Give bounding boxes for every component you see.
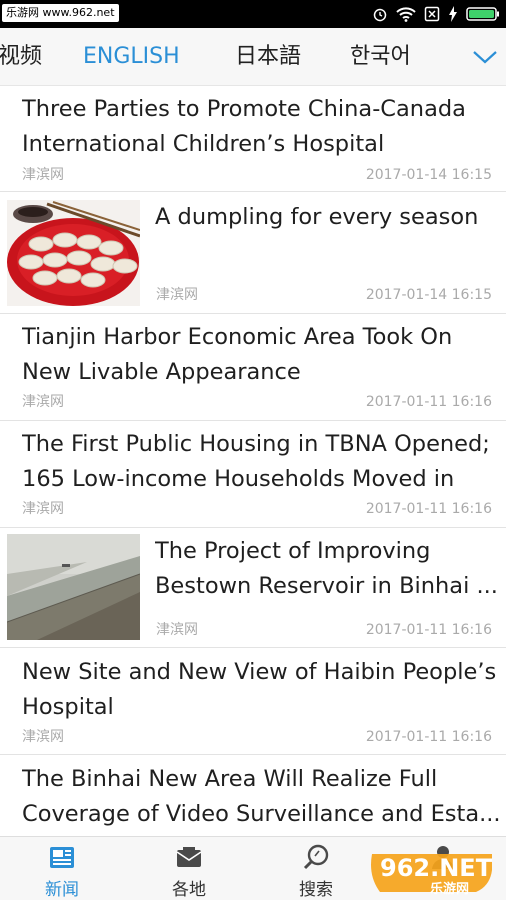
news-item[interactable]: New Site and New View of Haibin People’s… — [0, 648, 506, 755]
no-sim-icon — [424, 6, 440, 22]
status-icons — [372, 4, 500, 24]
article-title: A dumpling for every season — [155, 200, 500, 270]
reservoir-photo — [7, 534, 140, 640]
article-source: 津滨网 — [156, 622, 198, 638]
nav-label: 搜索 — [299, 880, 333, 900]
news-item[interactable]: Three Parties to Promote China-Canada In… — [0, 86, 506, 192]
chevron-down-icon[interactable] — [472, 46, 498, 68]
article-time: 2017-01-11 16:16 — [365, 729, 492, 745]
nav-regions[interactable]: 各地 — [144, 837, 234, 900]
article-time: 2017-01-11 16:16 — [365, 501, 492, 517]
title-line: New Livable Appearance — [22, 359, 301, 385]
article-time: 2017-01-11 16:16 — [365, 622, 492, 638]
tab-english[interactable]: ENGLISH — [83, 28, 180, 85]
news-list: Three Parties to Promote China-Canada In… — [0, 86, 506, 836]
article-source: 津滨网 — [22, 167, 64, 183]
watermark-subtext: 乐游网 — [430, 882, 470, 897]
article-title: The Project of Improving Bestown Reservo… — [155, 534, 500, 604]
news-item[interactable]: The First Public Housing in TBNA Opened;… — [0, 421, 506, 528]
nav-label: 新闻 — [45, 880, 79, 900]
dumplings-photo — [7, 200, 140, 306]
title-line: International Children’s Hospital — [22, 131, 385, 157]
nav-label: 各地 — [172, 880, 206, 900]
article-time: 2017-01-14 16:15 — [365, 287, 492, 303]
envelope-icon — [175, 844, 203, 870]
title-line: Bestown Reservoir in Binhai ... — [155, 573, 498, 599]
newspaper-icon — [48, 844, 76, 870]
article-time: 2017-01-14 16:15 — [365, 167, 492, 183]
alarm-icon — [372, 6, 388, 22]
search-icon — [302, 844, 330, 870]
tab-korean[interactable]: 한국어 — [350, 28, 411, 85]
site-watermark: 乐游网 www.962.net — [2, 4, 119, 22]
article-title: The First Public Housing in TBNA Opened;… — [22, 427, 502, 497]
charging-icon — [448, 6, 458, 22]
article-title: Tianjin Harbor Economic Area Took On New… — [22, 320, 502, 390]
article-title: The Binhai New Area Will Realize Full Co… — [22, 762, 502, 832]
title-line: Hospital — [22, 694, 114, 720]
article-source: 津滨网 — [22, 729, 64, 745]
article-time: 2017-01-11 16:16 — [365, 394, 492, 410]
wifi-icon — [396, 6, 416, 22]
article-source: 津滨网 — [22, 501, 64, 517]
news-item[interactable]: Tianjin Harbor Economic Area Took On New… — [0, 314, 506, 421]
category-tabs: 视频 ENGLISH 日本語 한국어 — [0, 28, 506, 86]
title-line: The Binhai New Area Will Realize Full — [22, 766, 438, 792]
article-source: 津滨网 — [22, 394, 64, 410]
title-line: Tianjin Harbor Economic Area Took On — [22, 324, 453, 350]
status-bar: 乐游网 www.962.net — [0, 0, 506, 28]
title-line: Three Parties to Promote China-Canada — [22, 96, 466, 122]
title-line: A dumpling for every season — [155, 204, 479, 230]
tab-japanese[interactable]: 日本語 — [235, 28, 301, 85]
nav-news[interactable]: 新闻 — [17, 837, 107, 900]
title-line: The First Public Housing in TBNA Opened; — [22, 431, 490, 457]
news-item[interactable]: The Project of Improving Bestown Reservo… — [0, 528, 506, 648]
nav-search[interactable]: 搜索 — [271, 837, 361, 900]
news-item[interactable]: A dumpling for every season 津滨网 2017-01-… — [0, 192, 506, 314]
title-line: New Site and New View of Haibin People’s — [22, 659, 497, 685]
battery-icon — [466, 6, 500, 22]
news-item[interactable]: The Binhai New Area Will Realize Full Co… — [0, 755, 506, 836]
tab-video[interactable]: 视频 — [0, 28, 42, 85]
article-source: 津滨网 — [156, 287, 198, 303]
title-line: Coverage of Video Surveillance and Esta.… — [22, 801, 501, 827]
article-title: Three Parties to Promote China-Canada In… — [22, 92, 502, 162]
article-title: New Site and New View of Haibin People’s… — [22, 655, 502, 725]
title-line: 165 Low-income Households Moved in — [22, 466, 455, 492]
title-line: The Project of Improving — [155, 538, 431, 564]
